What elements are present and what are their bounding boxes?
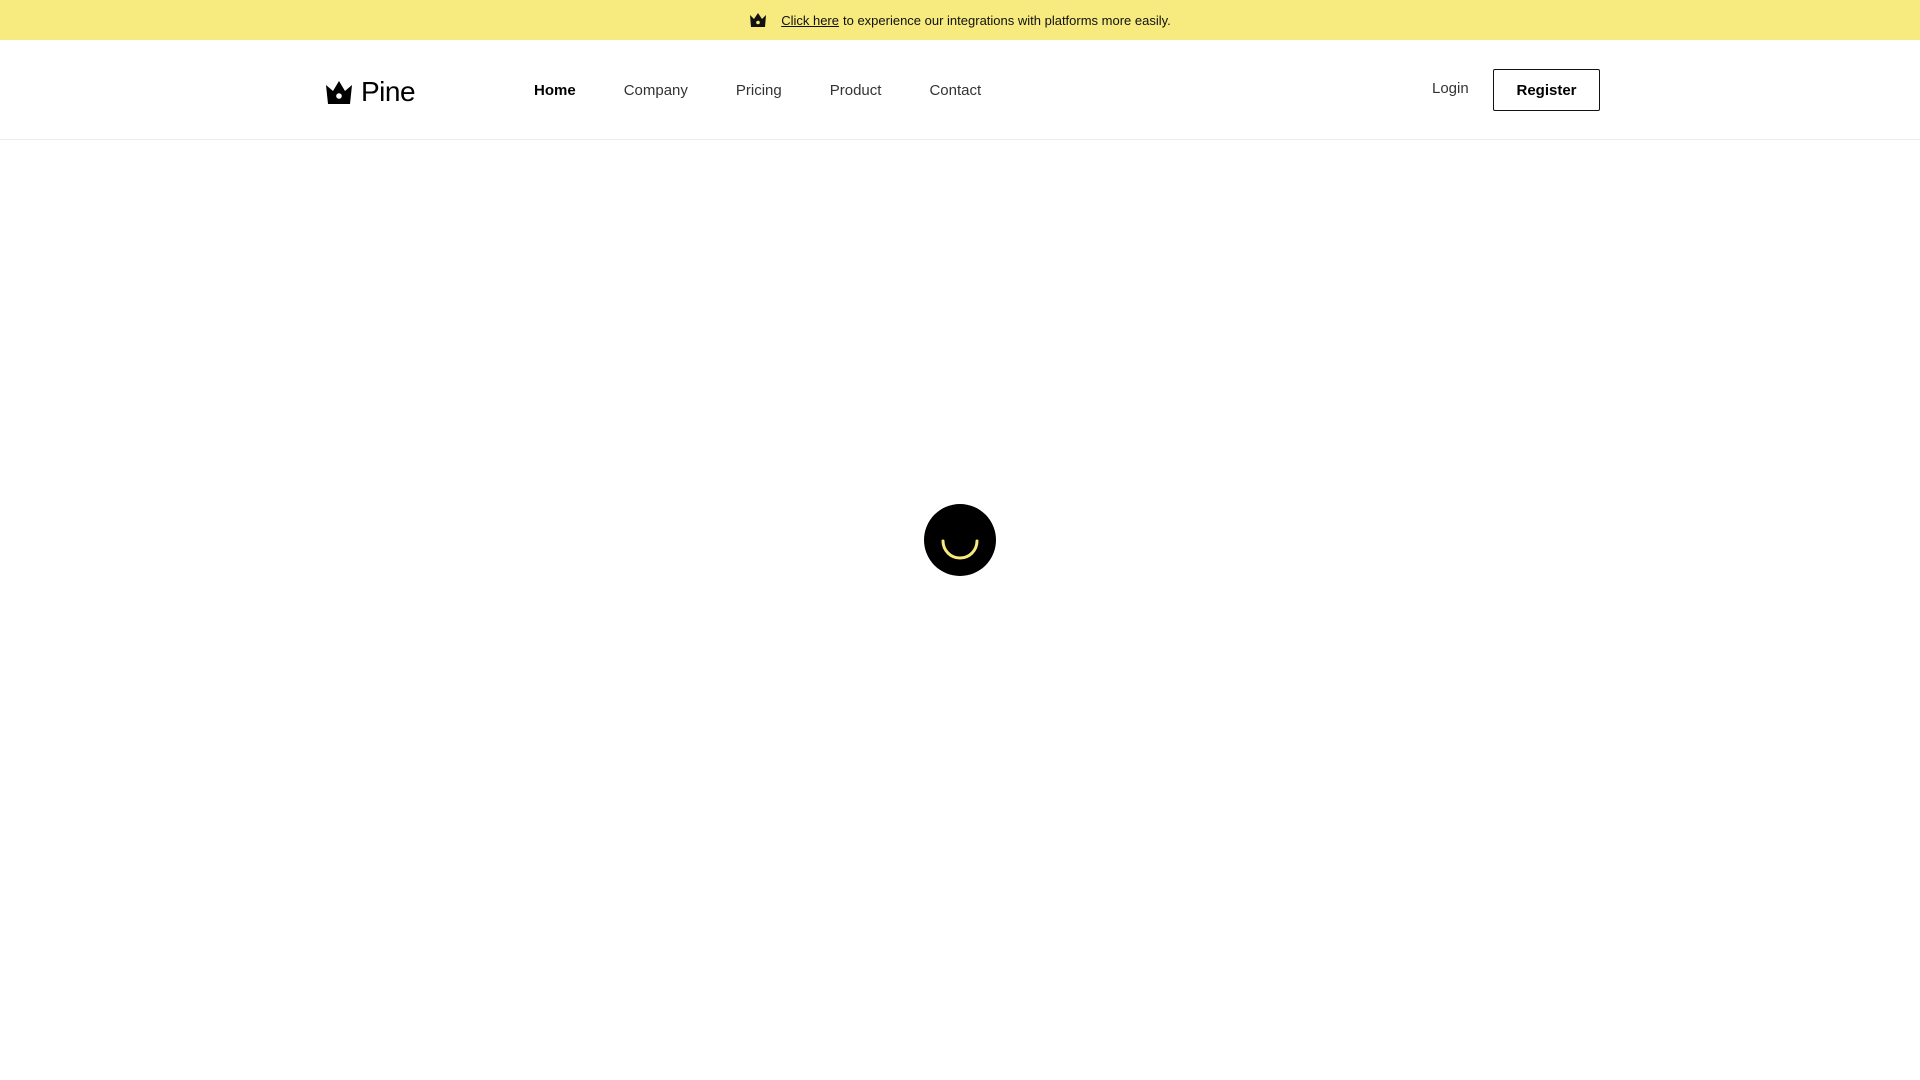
announcement-text: to experience our integrations with plat… [842, 12, 1171, 28]
logo-text: Pine [361, 76, 416, 107]
click-here-link[interactable]: Click here [781, 13, 839, 28]
logo[interactable]: Pine [325, 76, 416, 108]
register-button[interactable]: Register [1493, 69, 1600, 111]
main-nav: Home Company Pricing Product Contact [534, 40, 1029, 140]
announcement-banner: Click here to experience our integration… [0, 0, 1920, 40]
nav-home[interactable]: Home [534, 82, 576, 99]
nav-company[interactable]: Company [624, 82, 688, 99]
loading-spinner [924, 504, 996, 576]
nav-pricing[interactable]: Pricing [736, 82, 782, 99]
nav-contact[interactable]: Contact [929, 82, 981, 99]
site-header: Pine Home Company Pricing Product Contac… [0, 40, 1920, 140]
smile-spinner-icon [941, 539, 979, 560]
nav-product[interactable]: Product [830, 82, 882, 99]
login-link[interactable]: Login [1432, 80, 1469, 97]
crown-icon [326, 80, 352, 104]
crown-icon [749, 12, 767, 28]
